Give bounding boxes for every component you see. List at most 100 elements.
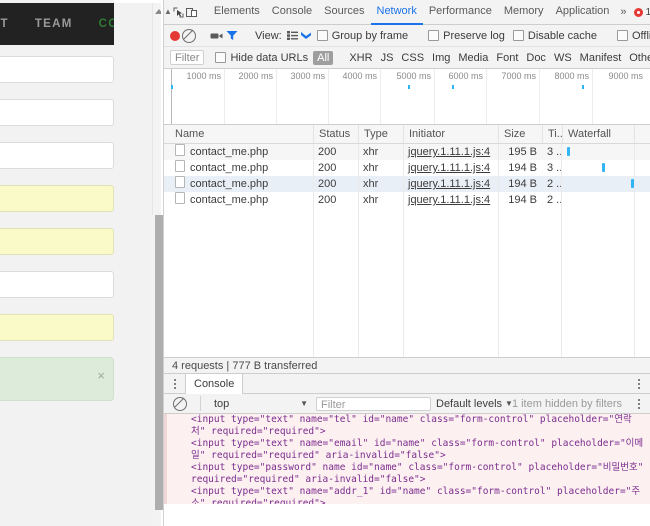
offline-toggle[interactable]: Offline — [614, 30, 650, 42]
waterfall-view-icon[interactable] — [300, 26, 312, 45]
devtools-splitter-handle[interactable] — [155, 215, 163, 510]
disable-cache-toggle[interactable]: Disable cache — [510, 30, 600, 42]
filter-type-doc[interactable]: Doc — [522, 52, 550, 64]
page-scrollbar-track-bottom[interactable] — [152, 510, 161, 526]
filter-type-ws[interactable]: WS — [550, 52, 576, 64]
chevron-down-icon: ▼ — [300, 399, 308, 408]
tab-elements[interactable]: Elements — [208, 0, 266, 25]
filter-type-all[interactable]: All — [313, 50, 334, 65]
clear-console-button[interactable] — [170, 394, 190, 413]
inspect-element-icon[interactable] — [172, 3, 185, 22]
nav-link-team[interactable]: TEAM — [35, 18, 73, 30]
console-divider — [200, 396, 201, 411]
overview-tick-2: 2000 ms — [238, 71, 273, 81]
cell-initiator[interactable]: jquery.1.11.1.js:4 — [403, 144, 498, 160]
offline-checkbox[interactable] — [616, 30, 628, 41]
tab-performance[interactable]: Performance — [423, 0, 498, 25]
cell-initiator[interactable]: jquery.1.11.1.js:4 — [403, 192, 498, 208]
filter-toggle-button[interactable] — [226, 26, 238, 45]
initiator-link[interactable]: jquery.1.11.1.js:4 — [408, 178, 490, 190]
error-badge[interactable]: 1 — [633, 7, 650, 18]
filter-type-font[interactable]: Font — [492, 52, 522, 64]
more-tabs-icon[interactable]: » — [615, 6, 631, 18]
form-field-7[interactable] — [0, 314, 114, 341]
disable-cache-checkbox[interactable] — [512, 30, 524, 41]
column-header-status[interactable]: Status — [313, 125, 358, 143]
close-icon[interactable]: × — [97, 369, 105, 382]
tab-sources[interactable]: Sources — [318, 0, 370, 25]
console-context-select[interactable]: top ▼ — [211, 397, 311, 411]
webpage-viewport: IT TEAM CONTACT × — [0, 0, 161, 526]
cell-name[interactable]: contact_me.php — [170, 144, 313, 160]
tab-network[interactable]: Network — [370, 0, 423, 25]
console-message: <input type="text" name="addr_1" id="nam… — [191, 486, 641, 504]
request-name: contact_me.php — [190, 146, 269, 158]
table-row[interactable]: contact_me.php 200 xhr jquery.1.11.1.js:… — [164, 192, 650, 208]
filter-type-xhr[interactable]: XHR — [345, 52, 376, 64]
table-row[interactable]: contact_me.php 200 xhr jquery.1.11.1.js:… — [164, 160, 650, 176]
devtools-collapse-caret-icon[interactable]: ▲ — [164, 8, 172, 16]
filter-type-js[interactable]: JS — [377, 52, 398, 64]
column-header-initiator[interactable]: Initiator — [403, 125, 498, 143]
column-header-size[interactable]: Size — [498, 125, 542, 143]
column-header-waterfall[interactable]: Waterfall — [562, 125, 634, 143]
form-field-6[interactable] — [0, 271, 114, 298]
hide-data-urls-toggle[interactable]: Hide data URLs — [212, 52, 311, 64]
clear-button[interactable] — [182, 26, 196, 45]
network-overview-timeline[interactable]: 1000 ms 2000 ms 3000 ms 4000 ms 5000 ms … — [164, 69, 650, 125]
cell-name[interactable]: contact_me.php — [170, 176, 313, 192]
table-row[interactable]: contact_me.php 200 xhr jquery.1.11.1.js:… — [164, 176, 650, 192]
cell-name[interactable]: contact_me.php — [170, 160, 313, 176]
form-field-2[interactable] — [0, 99, 114, 126]
cell-name[interactable]: contact_me.php — [170, 192, 313, 208]
network-filter-input[interactable]: Filter — [170, 50, 205, 65]
form-field-1[interactable] — [0, 56, 114, 83]
initiator-link[interactable]: jquery.1.11.1.js:4 — [408, 146, 490, 158]
filter-type-other[interactable]: Other — [625, 52, 650, 64]
table-row[interactable]: contact_me.php 200 xhr jquery.1.11.1.js:… — [164, 144, 650, 160]
list-view-icon[interactable] — [286, 26, 298, 45]
column-header-type[interactable]: Type — [358, 125, 403, 143]
filter-type-media[interactable]: Media — [454, 52, 492, 64]
form-field-4[interactable] — [0, 185, 114, 212]
overview-tick-3: 3000 ms — [290, 71, 325, 81]
initiator-link[interactable]: jquery.1.11.1.js:4 — [408, 194, 490, 206]
drawer-options-icon[interactable] — [632, 378, 645, 389]
filter-type-css[interactable]: CSS — [397, 52, 428, 64]
record-button[interactable] — [170, 26, 180, 45]
nav-link-it[interactable]: IT — [0, 18, 9, 30]
cell-initiator[interactable]: jquery.1.11.1.js:4 — [403, 176, 498, 192]
cell-time: 3 ... — [547, 146, 561, 158]
filter-type-img[interactable]: Img — [428, 52, 454, 64]
hide-data-urls-checkbox[interactable] — [215, 52, 227, 63]
group-by-frame-toggle[interactable]: Group by frame — [314, 30, 411, 42]
tab-console[interactable]: Console — [266, 0, 318, 25]
device-toolbar-icon[interactable] — [185, 3, 198, 22]
form-field-3[interactable] — [0, 142, 114, 169]
drawer-menu-icon[interactable] — [168, 378, 181, 389]
initiator-link[interactable]: jquery.1.11.1.js:4 — [408, 162, 490, 174]
preserve-log-toggle[interactable]: Preserve log — [425, 30, 508, 42]
tab-application[interactable]: Application — [550, 0, 616, 25]
column-header-name[interactable]: Name — [170, 125, 313, 143]
waterfall-bar — [602, 163, 605, 172]
group-by-frame-checkbox[interactable] — [316, 30, 328, 41]
tab-memory[interactable]: Memory — [498, 0, 550, 25]
cell-initiator[interactable]: jquery.1.11.1.js:4 — [403, 160, 498, 176]
filter-type-manifest[interactable]: Manifest — [576, 52, 626, 64]
cell-time: 3 ... — [547, 162, 561, 174]
console-filter-input[interactable]: Filter — [316, 396, 431, 411]
overview-tick-7: 7000 ms — [501, 71, 536, 81]
console-levels-select[interactable]: Default levels ▼ — [436, 398, 513, 410]
preserve-log-checkbox[interactable] — [428, 30, 440, 41]
column-header-time[interactable]: Ti... — [542, 125, 562, 143]
capture-screenshots-button[interactable] — [210, 26, 224, 45]
form-field-5[interactable] — [0, 228, 114, 255]
console-settings-icon[interactable] — [632, 398, 645, 409]
scroll-up-arrow-icon[interactable] — [155, 9, 161, 14]
cell-status: 200 — [318, 162, 337, 174]
drawer-tab-console[interactable]: Console — [185, 373, 244, 394]
page-scrollbar-track[interactable] — [152, 3, 161, 215]
screenshot-root: IT TEAM CONTACT × ▲ — [0, 0, 650, 526]
console-output[interactable]: <input type="text" name="tel" id="name" … — [164, 414, 650, 504]
